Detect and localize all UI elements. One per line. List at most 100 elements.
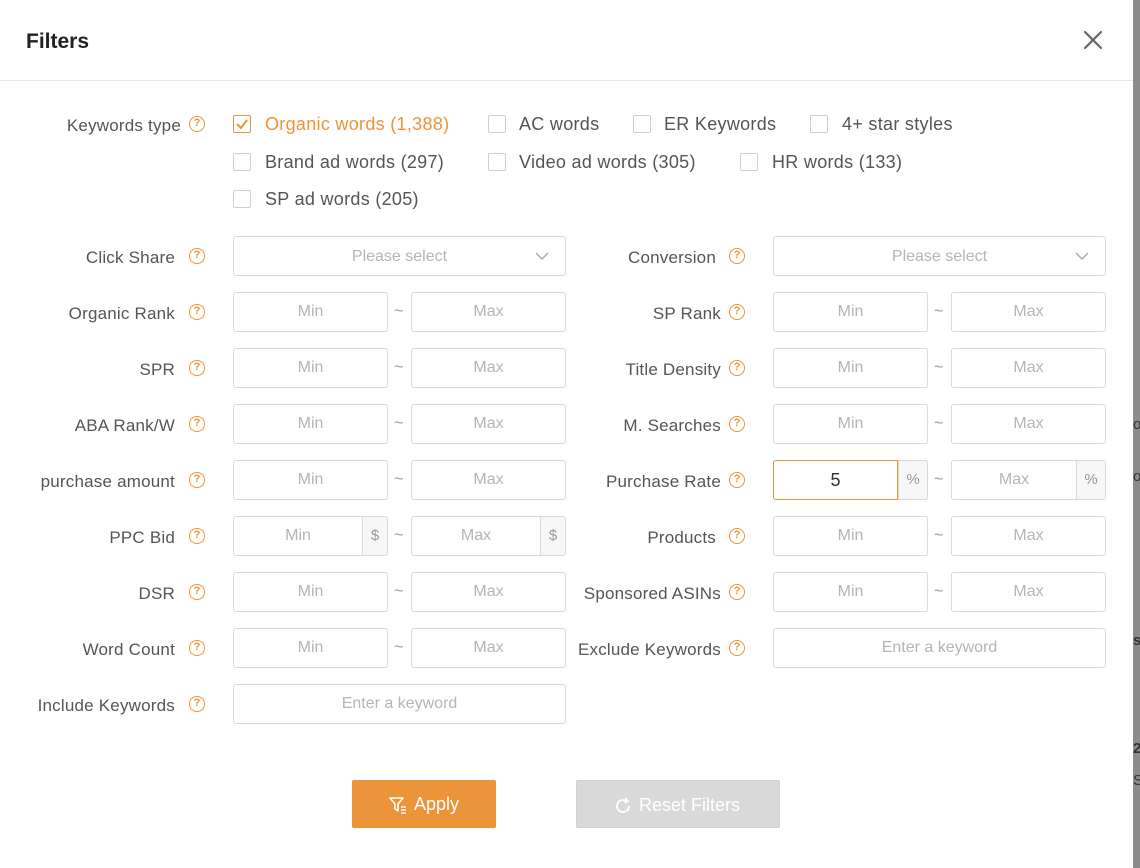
m-searches-label: M. Searches — [623, 416, 721, 435]
dsr-max-input[interactable] — [411, 572, 566, 612]
er-keywords-checkbox[interactable] — [633, 115, 651, 133]
click-share-placeholder: Please select — [351, 248, 448, 265]
spr-label: SPR — [139, 360, 175, 379]
backdrop-text: 2 — [1133, 740, 1140, 757]
purchase-amount-label: purchase amount — [40, 472, 175, 491]
ppc-bid-max-input[interactable] — [411, 516, 541, 556]
check-icon — [236, 119, 248, 130]
backdrop-text: S — [1133, 772, 1140, 789]
purchase-amount-min-input[interactable] — [233, 460, 388, 500]
range-separator: ~ — [934, 471, 944, 488]
aba-rank-min-input[interactable] — [233, 404, 388, 444]
range-separator: ~ — [394, 303, 404, 320]
purchase-amount-help-icon[interactable]: ? — [189, 472, 205, 488]
organic-rank-max-input[interactable] — [411, 292, 566, 332]
purchase-rate-min-input[interactable] — [773, 460, 898, 500]
apply-button-label: Apply — [414, 794, 460, 814]
click-share-help-icon[interactable]: ? — [189, 248, 205, 264]
four-star-styles-label[interactable]: 4+ star styles — [842, 114, 953, 135]
click-share-select[interactable]: Please select — [233, 236, 566, 276]
range-separator: ~ — [934, 359, 944, 376]
word-count-label: Word Count — [82, 640, 175, 659]
video-ad-words-label[interactable]: Video ad words (305) — [519, 152, 696, 173]
aba-rank-help-icon[interactable]: ? — [189, 416, 205, 432]
m-searches-help-icon[interactable]: ? — [729, 416, 745, 432]
ppc-bid-min-input[interactable] — [233, 516, 363, 556]
hr-words-label[interactable]: HR words (133) — [772, 152, 902, 173]
title-density-help-icon[interactable]: ? — [729, 360, 745, 376]
m-searches-min-input[interactable] — [773, 404, 928, 444]
word-count-min-input[interactable] — [233, 628, 388, 668]
hr-words-checkbox[interactable] — [740, 153, 758, 171]
sp-ad-words-label[interactable]: SP ad words (205) — [265, 189, 419, 210]
brand-ad-words-label[interactable]: Brand ad words (297) — [265, 152, 444, 173]
page-backdrop — [1133, 0, 1140, 868]
dialog-title: Filters — [26, 30, 90, 53]
sponsored-asins-max-input[interactable] — [951, 572, 1106, 612]
aba-rank-max-input[interactable] — [411, 404, 566, 444]
range-separator: ~ — [394, 415, 404, 432]
conversion-select[interactable]: Please select — [773, 236, 1106, 276]
purchase-rate-max-input[interactable] — [951, 460, 1077, 500]
refresh-icon — [616, 796, 630, 813]
exclude-keywords-input[interactable] — [773, 628, 1106, 668]
sponsored-asins-help-icon[interactable]: ? — [729, 584, 745, 600]
include-keywords-input[interactable] — [233, 684, 566, 724]
sp-rank-max-input[interactable] — [951, 292, 1106, 332]
title-density-max-input[interactable] — [951, 348, 1106, 388]
exclude-keywords-help-icon[interactable]: ? — [729, 640, 745, 656]
sponsored-asins-label: Sponsored ASINs — [583, 584, 721, 603]
products-label: Products — [647, 528, 716, 547]
click-share-label: Click Share — [85, 248, 175, 267]
spr-max-input[interactable] — [411, 348, 566, 388]
range-separator: ~ — [394, 527, 404, 544]
sponsored-asins-min-input[interactable] — [773, 572, 928, 612]
er-keywords-label[interactable]: ER Keywords — [664, 114, 776, 135]
organic-words-checkbox[interactable] — [233, 115, 251, 133]
dollar-addon: $ — [362, 516, 388, 556]
products-max-input[interactable] — [951, 516, 1106, 556]
close-button[interactable] — [1080, 27, 1106, 53]
spr-min-input[interactable] — [233, 348, 388, 388]
percent-addon: % — [898, 460, 928, 500]
ac-words-label[interactable]: AC words — [519, 114, 599, 135]
organic-words-label[interactable]: Organic words (1,388) — [265, 114, 449, 135]
reset-button-content: Reset Filters — [613, 795, 740, 816]
include-keywords-label: Include Keywords — [37, 696, 175, 715]
dsr-help-icon[interactable]: ? — [189, 584, 205, 600]
range-separator: ~ — [394, 471, 404, 488]
sp-ad-words-checkbox[interactable] — [233, 190, 251, 208]
products-help-icon[interactable]: ? — [729, 528, 745, 544]
sp-rank-min-input[interactable] — [773, 292, 928, 332]
brand-ad-words-checkbox[interactable] — [233, 153, 251, 171]
organic-rank-min-input[interactable] — [233, 292, 388, 332]
dsr-min-input[interactable] — [233, 572, 388, 612]
keywords-type-label: Keywords type — [66, 116, 181, 135]
purchase-rate-label: Purchase Rate — [605, 472, 721, 491]
chevron-down-icon — [1075, 252, 1089, 260]
m-searches-max-input[interactable] — [951, 404, 1106, 444]
apply-button[interactable]: Apply — [352, 780, 496, 828]
products-min-input[interactable] — [773, 516, 928, 556]
backdrop-text: o — [1133, 416, 1140, 433]
organic-rank-help-icon[interactable]: ? — [189, 304, 205, 320]
sp-rank-help-icon[interactable]: ? — [729, 304, 745, 320]
ppc-bid-help-icon[interactable]: ? — [189, 528, 205, 544]
reset-filters-button[interactable]: Reset Filters — [576, 780, 780, 828]
spr-help-icon[interactable]: ? — [189, 360, 205, 376]
title-density-min-input[interactable] — [773, 348, 928, 388]
include-keywords-help-icon[interactable]: ? — [189, 696, 205, 712]
conversion-help-icon[interactable]: ? — [729, 248, 745, 264]
word-count-help-icon[interactable]: ? — [189, 640, 205, 656]
keywords-type-help-icon[interactable]: ? — [189, 116, 205, 132]
title-density-label: Title Density — [625, 360, 721, 379]
dollar-addon: $ — [540, 516, 566, 556]
four-star-styles-checkbox[interactable] — [810, 115, 828, 133]
purchase-amount-max-input[interactable] — [411, 460, 566, 500]
purchase-rate-help-icon[interactable]: ? — [729, 472, 745, 488]
ac-words-checkbox[interactable] — [488, 115, 506, 133]
conversion-label: Conversion — [628, 248, 716, 267]
video-ad-words-checkbox[interactable] — [488, 153, 506, 171]
filters-dialog: Filters Keywords type ? Organic words (1… — [0, 0, 1133, 868]
word-count-max-input[interactable] — [411, 628, 566, 668]
